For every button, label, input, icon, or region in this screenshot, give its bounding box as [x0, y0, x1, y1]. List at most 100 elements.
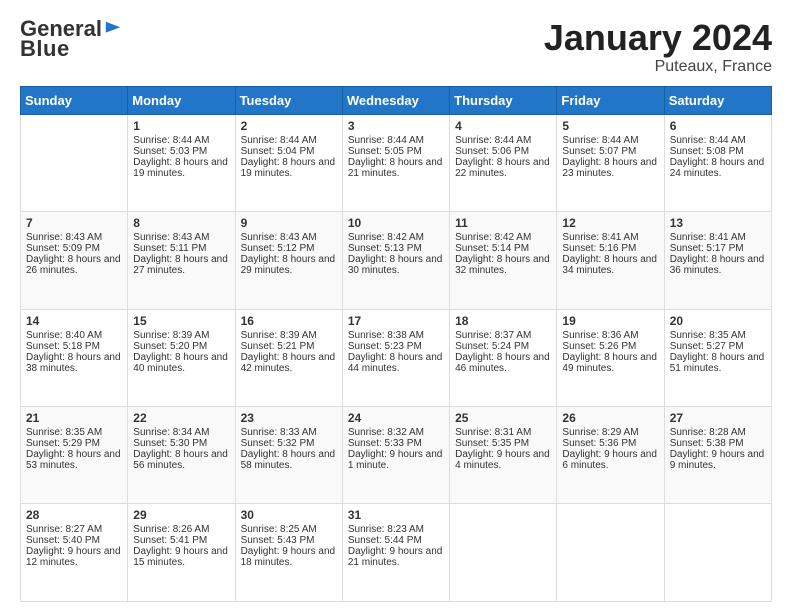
day-number: 12 — [562, 216, 658, 230]
sunset-text: Sunset: 5:26 PM — [562, 341, 658, 352]
sunset-text: Sunset: 5:23 PM — [348, 341, 444, 352]
sunrise-text: Sunrise: 8:38 AM — [348, 330, 444, 341]
sunrise-text: Sunrise: 8:44 AM — [455, 135, 551, 146]
calendar-cell: 17Sunrise: 8:38 AMSunset: 5:23 PMDayligh… — [342, 309, 449, 406]
day-number: 9 — [241, 216, 337, 230]
day-number: 3 — [348, 119, 444, 133]
sunrise-text: Sunrise: 8:44 AM — [133, 135, 229, 146]
calendar-cell: 22Sunrise: 8:34 AMSunset: 5:30 PMDayligh… — [128, 407, 235, 504]
calendar-cell: 21Sunrise: 8:35 AMSunset: 5:29 PMDayligh… — [21, 407, 128, 504]
day-number: 10 — [348, 216, 444, 230]
daylight-text: Daylight: 9 hours and 1 minute. — [348, 449, 444, 471]
day-number: 6 — [670, 119, 766, 133]
calendar-cell: 12Sunrise: 8:41 AMSunset: 5:16 PMDayligh… — [557, 212, 664, 309]
header-day-tuesday: Tuesday — [235, 86, 342, 114]
sunset-text: Sunset: 5:07 PM — [562, 146, 658, 157]
daylight-text: Daylight: 9 hours and 12 minutes. — [26, 546, 122, 568]
day-number: 15 — [133, 314, 229, 328]
header-day-wednesday: Wednesday — [342, 86, 449, 114]
sunrise-text: Sunrise: 8:40 AM — [26, 330, 122, 341]
sunset-text: Sunset: 5:08 PM — [670, 146, 766, 157]
day-number: 5 — [562, 119, 658, 133]
calendar-header: SundayMondayTuesdayWednesdayThursdayFrid… — [21, 86, 772, 114]
day-number: 28 — [26, 508, 122, 522]
sunrise-text: Sunrise: 8:26 AM — [133, 524, 229, 535]
sunset-text: Sunset: 5:13 PM — [348, 243, 444, 254]
day-number: 26 — [562, 411, 658, 425]
sunset-text: Sunset: 5:27 PM — [670, 341, 766, 352]
sunrise-text: Sunrise: 8:28 AM — [670, 427, 766, 438]
calendar-cell: 24Sunrise: 8:32 AMSunset: 5:33 PMDayligh… — [342, 407, 449, 504]
daylight-text: Daylight: 8 hours and 32 minutes. — [455, 254, 551, 276]
calendar-week-3: 14Sunrise: 8:40 AMSunset: 5:18 PMDayligh… — [21, 309, 772, 406]
day-number: 17 — [348, 314, 444, 328]
day-number: 2 — [241, 119, 337, 133]
calendar-cell: 30Sunrise: 8:25 AMSunset: 5:43 PMDayligh… — [235, 504, 342, 602]
sunrise-text: Sunrise: 8:27 AM — [26, 524, 122, 535]
daylight-text: Daylight: 9 hours and 15 minutes. — [133, 546, 229, 568]
day-number: 4 — [455, 119, 551, 133]
calendar-cell: 31Sunrise: 8:23 AMSunset: 5:44 PMDayligh… — [342, 504, 449, 602]
calendar-cell: 26Sunrise: 8:29 AMSunset: 5:36 PMDayligh… — [557, 407, 664, 504]
sunrise-text: Sunrise: 8:44 AM — [562, 135, 658, 146]
sunrise-text: Sunrise: 8:35 AM — [26, 427, 122, 438]
calendar-cell: 23Sunrise: 8:33 AMSunset: 5:32 PMDayligh… — [235, 407, 342, 504]
sunrise-text: Sunrise: 8:42 AM — [455, 232, 551, 243]
daylight-text: Daylight: 8 hours and 53 minutes. — [26, 449, 122, 471]
sunset-text: Sunset: 5:41 PM — [133, 535, 229, 546]
daylight-text: Daylight: 8 hours and 40 minutes. — [133, 352, 229, 374]
sunrise-text: Sunrise: 8:44 AM — [670, 135, 766, 146]
day-number: 24 — [348, 411, 444, 425]
sunset-text: Sunset: 5:40 PM — [26, 535, 122, 546]
calendar-cell: 29 Sunrise: 8:26 AMSunset: 5:41 PMDayligh… — [128, 504, 235, 602]
calendar-cell: 1Sunrise: 8:44 AMSunset: 5:03 PMDaylight… — [128, 114, 235, 211]
header-row: SundayMondayTuesdayWednesdayThursdayFrid… — [21, 86, 772, 114]
daylight-text: Daylight: 8 hours and 21 minutes. — [348, 157, 444, 179]
day-number: 16 — [241, 314, 337, 328]
sunset-text: Sunset: 5:43 PM — [241, 535, 337, 546]
daylight-text: Daylight: 8 hours and 29 minutes. — [241, 254, 337, 276]
logo: General Blue — [20, 18, 122, 62]
daylight-text: Daylight: 8 hours and 58 minutes. — [241, 449, 337, 471]
day-number: 25 — [455, 411, 551, 425]
calendar-cell: 13Sunrise: 8:41 AMSunset: 5:17 PMDayligh… — [664, 212, 771, 309]
sunset-text: Sunset: 5:32 PM — [241, 438, 337, 449]
sunset-text: Sunset: 5:05 PM — [348, 146, 444, 157]
day-number: 11 — [455, 216, 551, 230]
sunrise-text: Sunrise: 8:33 AM — [241, 427, 337, 438]
daylight-text: Daylight: 8 hours and 22 minutes. — [455, 157, 551, 179]
calendar-cell: 27Sunrise: 8:28 AMSunset: 5:38 PMDayligh… — [664, 407, 771, 504]
day-number: 29 — [133, 508, 229, 522]
calendar-cell — [450, 504, 557, 602]
calendar-week-5: 28Sunrise: 8:27 AMSunset: 5:40 PMDayligh… — [21, 504, 772, 602]
sunset-text: Sunset: 5:44 PM — [348, 535, 444, 546]
day-number: 19 — [562, 314, 658, 328]
daylight-text: Daylight: 9 hours and 4 minutes. — [455, 449, 551, 471]
sunrise-text: Sunrise: 8:39 AM — [241, 330, 337, 341]
daylight-text: Daylight: 8 hours and 38 minutes. — [26, 352, 122, 374]
calendar-cell: 2Sunrise: 8:44 AMSunset: 5:04 PMDaylight… — [235, 114, 342, 211]
sunrise-text: Sunrise: 8:34 AM — [133, 427, 229, 438]
daylight-text: Daylight: 9 hours and 6 minutes. — [562, 449, 658, 471]
calendar-week-1: 1Sunrise: 8:44 AMSunset: 5:03 PMDaylight… — [21, 114, 772, 211]
logo-flag-icon — [104, 20, 122, 38]
daylight-text: Daylight: 8 hours and 42 minutes. — [241, 352, 337, 374]
calendar-cell: 19 Sunrise: 8:36 AMSunset: 5:26 PMDayligh… — [557, 309, 664, 406]
daylight-text: Daylight: 8 hours and 49 minutes. — [562, 352, 658, 374]
calendar-cell: 14Sunrise: 8:40 AMSunset: 5:18 PMDayligh… — [21, 309, 128, 406]
header: General Blue January 2024 Puteaux, Franc… — [20, 18, 772, 76]
day-number: 18 — [455, 314, 551, 328]
header-day-saturday: Saturday — [664, 86, 771, 114]
sunrise-text: Sunrise: 8:41 AM — [562, 232, 658, 243]
daylight-text: Daylight: 8 hours and 24 minutes. — [670, 157, 766, 179]
sunrise-text: Sunrise: 8:36 AM — [562, 330, 658, 341]
sunrise-text: Sunrise: 8:32 AM — [348, 427, 444, 438]
sunset-text: Sunset: 5:16 PM — [562, 243, 658, 254]
calendar-cell: 3 Sunrise: 8:44 AMSunset: 5:05 PMDaylight… — [342, 114, 449, 211]
sunrise-text: Sunrise: 8:44 AM — [348, 135, 444, 146]
calendar-cell: 18Sunrise: 8:37 AMSunset: 5:24 PMDayligh… — [450, 309, 557, 406]
calendar-table: SundayMondayTuesdayWednesdayThursdayFrid… — [20, 86, 772, 602]
sunrise-text: Sunrise: 8:37 AM — [455, 330, 551, 341]
day-number: 31 — [348, 508, 444, 522]
calendar-cell — [664, 504, 771, 602]
